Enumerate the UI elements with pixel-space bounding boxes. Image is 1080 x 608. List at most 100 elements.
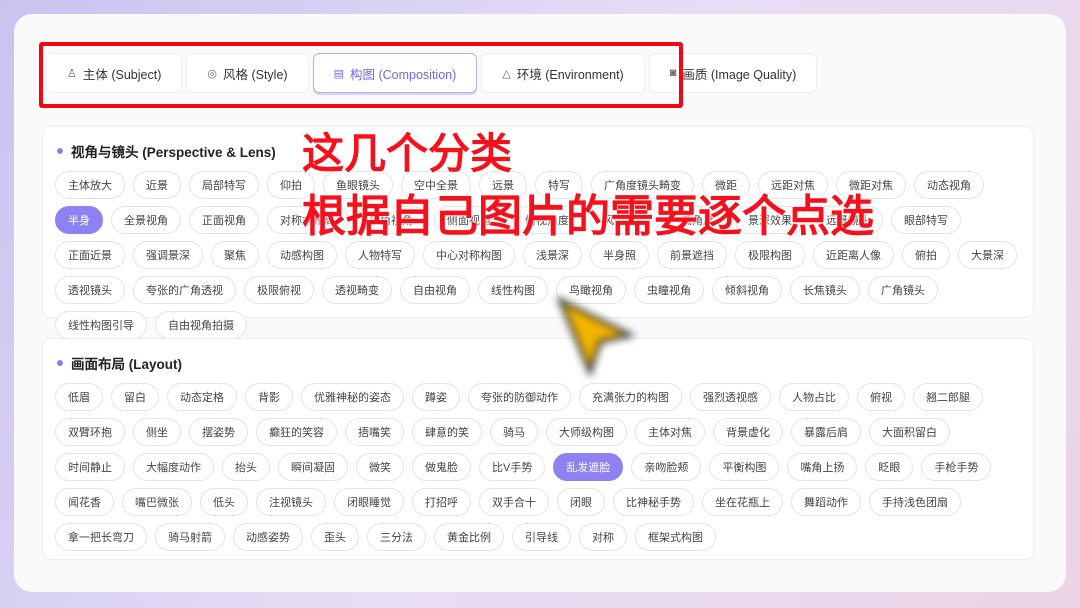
option-chip[interactable]: 人物占比 [779, 383, 849, 411]
option-chip[interactable]: 中心对称构图 [423, 241, 515, 269]
layout-chips: 低眉 留白 动态定格 背影 优雅神秘的姿态 蹲姿 夸张的防御动作 充满张力的构图 强烈透视感 人物… [55, 383, 1021, 551]
option-chip[interactable]: 比V手势 [479, 453, 546, 481]
option-chip[interactable]: 骑马射箭 [155, 523, 225, 551]
option-chip[interactable]: 强调景深 [133, 241, 203, 269]
option-chip[interactable]: 近距离人像 [813, 241, 894, 269]
option-chip[interactable]: 三分法 [367, 523, 426, 551]
option-chip[interactable]: 平衡构图 [709, 453, 780, 481]
option-chip[interactable]: 线性构图 [478, 276, 548, 304]
option-chip[interactable]: 低头 [200, 488, 248, 516]
option-chip[interactable]: 前景遮挡 [657, 241, 727, 269]
option-chip[interactable]: 低眉 [55, 383, 103, 411]
option-chip[interactable]: 癫狂的笑容 [256, 418, 337, 446]
option-chip[interactable]: 嘴角上扬 [787, 453, 858, 481]
option-chip[interactable]: 动态定格 [167, 383, 237, 411]
option-chip[interactable]: 背景虚化 [713, 418, 783, 446]
option-chip[interactable]: 翘二郎腿 [913, 383, 983, 411]
tab-label: 画质 (Image Quality) [682, 67, 797, 82]
option-chip[interactable]: 瞬间凝固 [278, 453, 348, 481]
option-chip[interactable]: 骑马 [490, 418, 538, 446]
option-chip[interactable]: 手枪手势 [921, 453, 992, 481]
option-chip[interactable]: 留白 [111, 383, 159, 411]
option-chip[interactable]: 充满张力的构图 [579, 383, 682, 411]
option-chip[interactable]: 舞蹈动作 [791, 488, 861, 516]
option-chip[interactable]: 框架式构图 [635, 523, 716, 551]
option-chip[interactable]: 透视畸变 [322, 276, 392, 304]
option-chip[interactable]: 侧坐 [133, 418, 181, 446]
option-chip[interactable]: 半身 [55, 206, 103, 234]
option-chip[interactable]: 自由视角拍摄 [155, 311, 247, 339]
option-chip[interactable]: 近景 [133, 171, 181, 199]
option-chip[interactable]: 歪头 [311, 523, 359, 551]
option-chip[interactable]: 聚焦 [211, 241, 259, 269]
option-chip[interactable]: 乱发遮脸 [553, 453, 624, 481]
annotation-highlight-box [39, 42, 683, 108]
option-chip[interactable]: 亲吻脸颊 [631, 453, 702, 481]
option-chip[interactable]: 浅景深 [523, 241, 582, 269]
option-chip[interactable]: 注视镜头 [256, 488, 326, 516]
option-chip[interactable]: 局部特写 [189, 171, 259, 199]
option-chip[interactable]: 主体对焦 [635, 418, 705, 446]
option-chip[interactable]: 大景深 [958, 241, 1017, 269]
option-chip[interactable]: 拿一把长弯刀 [55, 523, 147, 551]
option-chip[interactable]: 人物特写 [345, 241, 415, 269]
option-chip[interactable]: 比神秘手势 [613, 488, 694, 516]
option-chip[interactable]: 大幅度动作 [133, 453, 214, 481]
option-chip[interactable]: 引导线 [512, 523, 571, 551]
option-chip[interactable]: 嘴巴微张 [122, 488, 192, 516]
option-chip[interactable]: 对称 [579, 523, 627, 551]
option-chip[interactable]: 闭眼 [557, 488, 605, 516]
option-chip[interactable]: 打招呼 [412, 488, 471, 516]
option-chip[interactable]: 倾斜视角 [712, 276, 782, 304]
option-chip[interactable]: 暴露后肩 [791, 418, 861, 446]
option-chip[interactable]: 俯视 [857, 383, 905, 411]
option-chip[interactable]: 优雅神秘的姿态 [301, 383, 404, 411]
bullet-dot-icon [57, 360, 63, 366]
option-chip[interactable]: 主体放大 [55, 171, 125, 199]
option-chip[interactable]: 半身照 [590, 241, 649, 269]
option-chip[interactable]: 抬头 [222, 453, 270, 481]
option-chip[interactable]: 坐在花瓶上 [702, 488, 783, 516]
option-chip[interactable]: 广角镜头 [868, 276, 938, 304]
option-chip[interactable]: 极限俯视 [244, 276, 314, 304]
option-chip[interactable]: 时间静止 [55, 453, 125, 481]
option-chip[interactable]: 正面视角 [189, 206, 259, 234]
annotation-text-2: 根据自己图片的需要逐个点选 [302, 191, 875, 243]
option-chip[interactable]: 肆意的笑 [412, 418, 482, 446]
option-chip[interactable]: 全景视角 [111, 206, 181, 234]
option-chip[interactable]: 极限构图 [735, 241, 805, 269]
option-chip[interactable]: 蹲姿 [412, 383, 460, 411]
option-chip[interactable]: 大师级构图 [546, 418, 627, 446]
option-chip[interactable]: 黄金比例 [434, 523, 504, 551]
option-chip[interactable]: 线性构图引导 [55, 311, 147, 339]
option-chip[interactable]: 手持浅色团扇 [869, 488, 961, 516]
layout-section: 画面布局 (Layout) 低眉 留白 动态定格 背影 优雅神秘的姿态 蹲姿 夸张的防御动作… [42, 338, 1034, 560]
option-chip[interactable]: 双手合十 [479, 488, 549, 516]
option-chip[interactable]: 透视镜头 [55, 276, 125, 304]
annotation-text-1: 这几个分类 [301, 129, 513, 179]
option-chip[interactable]: 夸张的广角透视 [133, 276, 236, 304]
option-chip[interactable]: 动感构图 [267, 241, 337, 269]
option-chip[interactable]: 眨眼 [865, 453, 914, 481]
option-chip[interactable]: 自由视角 [400, 276, 470, 304]
option-chip[interactable]: 闭眼睡觉 [334, 488, 404, 516]
option-chip[interactable]: 夸张的防御动作 [468, 383, 571, 411]
option-chip[interactable]: 双臂环抱 [55, 418, 125, 446]
option-chip[interactable]: 眼部特写 [891, 206, 961, 234]
option-chip[interactable]: 动感姿势 [233, 523, 303, 551]
option-chip[interactable]: 背影 [245, 383, 293, 411]
option-chip[interactable]: 动态视角 [914, 171, 984, 199]
option-chip[interactable]: 俯拍 [902, 241, 950, 269]
option-chip[interactable]: 微笑 [356, 453, 404, 481]
mouse-cursor-icon [556, 295, 636, 378]
option-chip[interactable]: 捂嘴笑 [345, 418, 404, 446]
option-chip[interactable]: 正面近景 [55, 241, 125, 269]
option-chip[interactable]: 做鬼脸 [412, 453, 471, 481]
option-chip[interactable]: 大面积留白 [869, 418, 950, 446]
section-title: 视角与镜头 (Perspective & Lens) [71, 145, 276, 160]
option-chip[interactable]: 摆姿势 [189, 418, 248, 446]
bullet-dot-icon [57, 148, 63, 154]
option-chip[interactable]: 闻花香 [55, 488, 114, 516]
option-chip[interactable]: 长焦镜头 [790, 276, 860, 304]
option-chip[interactable]: 强烈透视感 [690, 383, 771, 411]
